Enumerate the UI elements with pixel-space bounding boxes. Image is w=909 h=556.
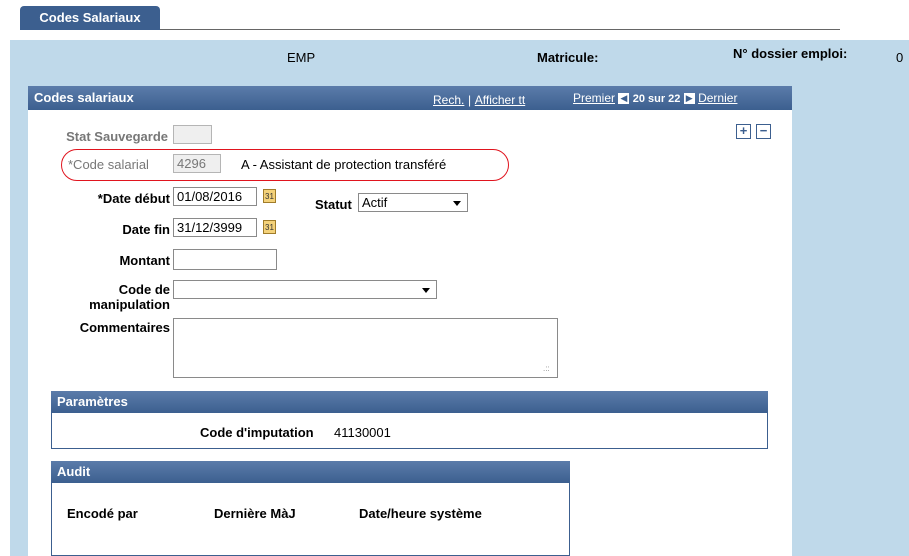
dropdown-arrow-icon[interactable] <box>453 201 461 206</box>
next-arrow-icon[interactable]: ▶ <box>683 93 695 105</box>
montant-label: Montant <box>119 253 170 268</box>
tab-divider <box>160 29 840 30</box>
date-fin-label: Date fin <box>122 222 170 237</box>
code-salarial-description: A - Assistant de protection transféré <box>241 157 447 172</box>
code-salarial-label: *Code salarial <box>68 157 149 172</box>
code-manipulation-label: Code de manipulation <box>40 282 170 312</box>
commentaires-label: Commentaires <box>79 320 170 335</box>
delete-row-icon[interactable]: − <box>756 124 771 139</box>
matricule-label: Matricule: <box>537 50 599 65</box>
code-salarial-field: 4296 <box>173 154 221 173</box>
panel-header: Codes salariaux Rech. | Afficher tt Prem… <box>28 86 792 110</box>
stat-sauvegarde-field <box>173 125 212 144</box>
resize-grip-icon[interactable]: .:: <box>543 364 550 373</box>
employee-name: EMP <box>287 50 316 65</box>
date-debut-input[interactable]: 01/08/2016 <box>173 187 257 206</box>
link-separator: | <box>467 93 472 107</box>
parametres-body <box>51 413 768 449</box>
audit-col-date: Date/heure système <box>359 506 482 521</box>
tab-codes-salariaux[interactable]: Codes Salariaux <box>20 6 160 30</box>
dossier-label: N° dossier emploi: <box>733 46 848 61</box>
code-manipulation-label-line2: manipulation <box>89 297 170 312</box>
statut-label: Statut <box>315 197 352 212</box>
last-link[interactable]: Dernier <box>698 91 737 105</box>
dropdown-arrow-icon[interactable] <box>422 288 430 293</box>
date-debut-label: *Date début <box>97 191 170 206</box>
panel-title: Codes salariaux <box>34 90 134 105</box>
parametres-header: Paramètres <box>51 391 768 413</box>
audit-col-encode: Encodé par <box>67 506 138 521</box>
search-link[interactable]: Rech. <box>433 93 464 107</box>
prev-arrow-icon[interactable]: ◀ <box>618 93 630 105</box>
code-manipulation-select[interactable] <box>173 280 437 299</box>
add-row-icon[interactable]: + <box>736 124 751 139</box>
row-counter: 20 sur 22 <box>632 93 681 105</box>
commentaires-textarea[interactable] <box>173 318 558 378</box>
dossier-value: 0 <box>896 50 904 65</box>
statut-value: Actif <box>362 195 388 210</box>
audit-col-maj: Dernière MàJ <box>214 506 296 521</box>
montant-input[interactable] <box>173 249 277 270</box>
date-fin-input[interactable]: 31/12/3999 <box>173 218 257 237</box>
first-link[interactable]: Premier <box>573 91 615 105</box>
imputation-value: 41130001 <box>334 425 391 440</box>
calendar-icon[interactable]: 31 <box>263 189 276 203</box>
imputation-label: Code d'imputation <box>200 425 314 440</box>
stat-sauvegarde-label: Stat Sauvegarde <box>66 129 168 144</box>
show-all-link[interactable]: Afficher tt <box>475 93 525 107</box>
statut-select[interactable]: Actif <box>358 193 468 212</box>
calendar-icon[interactable]: 31 <box>263 220 276 234</box>
audit-header: Audit <box>51 461 570 483</box>
code-manipulation-label-line1: Code de <box>118 282 170 297</box>
